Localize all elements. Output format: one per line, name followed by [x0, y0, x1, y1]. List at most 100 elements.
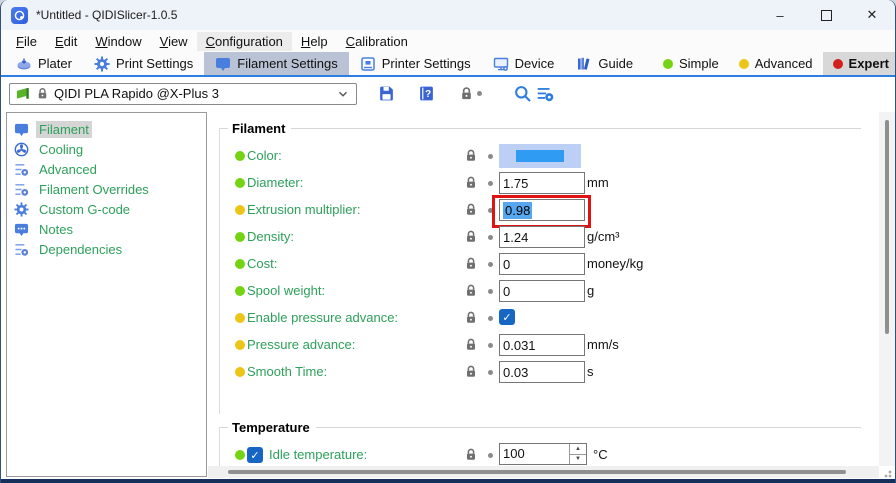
tab-printer-settings[interactable]: Printer Settings — [349, 52, 482, 75]
menu-edit[interactable]: Edit — [46, 32, 86, 51]
idle-temperature-checkbox[interactable]: ✓ — [247, 447, 263, 463]
tab-guide[interactable]: Guide — [565, 52, 644, 75]
sidebar-item-advanced[interactable]: Advanced — [7, 159, 206, 179]
maximize-icon — [821, 10, 832, 21]
unit-label: mm/s — [587, 337, 619, 352]
sidebar-item-custom-gcode[interactable]: Custom G-code — [7, 199, 206, 219]
vertical-scrollbar-thumb[interactable] — [885, 120, 889, 334]
lock-icon[interactable] — [464, 310, 478, 325]
smooth-time-input[interactable] — [499, 361, 585, 383]
enable-pressure-advance-checkbox[interactable]: ✓ — [499, 309, 515, 325]
revert-dot-icon[interactable] — [488, 370, 493, 375]
mode-simple[interactable]: Simple — [653, 52, 729, 75]
menu-window[interactable]: Window — [86, 32, 150, 51]
revert-dot-icon[interactable] — [488, 289, 493, 294]
sidebar-item-filament[interactable]: Filament — [7, 119, 206, 139]
sidebar-item-label: Filament Overrides — [36, 181, 152, 198]
lock-icon[interactable] — [464, 148, 478, 163]
tab-plater-label: Plater — [38, 56, 72, 71]
section-title: Temperature — [228, 420, 316, 435]
help-button[interactable] — [415, 83, 437, 105]
lock-icon[interactable] — [464, 175, 478, 190]
revert-dot-icon[interactable] — [488, 154, 493, 159]
floppy-icon — [378, 85, 395, 102]
green-flag-dot-icon — [235, 286, 245, 296]
tab-filament-settings[interactable]: Filament Settings — [204, 52, 348, 75]
lock-icon[interactable] — [464, 283, 478, 298]
compare-presets-button[interactable] — [534, 83, 556, 105]
mode-advanced[interactable]: Advanced — [729, 52, 823, 75]
sidebar-item-label: Advanced — [36, 161, 100, 178]
search-button[interactable] — [512, 83, 534, 105]
spinner-value: 100 — [500, 444, 569, 464]
horizontal-scrollbar[interactable] — [208, 466, 879, 478]
spool-weight-input[interactable] — [499, 280, 585, 302]
filament-spool-icon — [16, 86, 31, 101]
sidebar-item-label: Cooling — [36, 141, 86, 158]
menu-calibration[interactable]: Calibration — [337, 32, 417, 51]
tab-filament-settings-label: Filament Settings — [237, 56, 337, 71]
setting-label: Idle temperature: — [269, 447, 367, 462]
setting-label: Smooth Time: — [247, 364, 327, 379]
lock-icon[interactable] — [464, 364, 478, 379]
extrusion-multiplier-input[interactable]: 0.98 — [499, 199, 585, 221]
resize-grip[interactable] — [882, 468, 892, 478]
revert-dot-icon[interactable] — [488, 235, 493, 240]
cost-input[interactable] — [499, 253, 585, 275]
setting-label: Color: — [247, 148, 282, 163]
menu-help[interactable]: Help — [292, 32, 337, 51]
mode-expert[interactable]: Expert — [823, 52, 896, 75]
tab-device[interactable]: Device — [482, 52, 566, 75]
save-preset-button[interactable] — [375, 83, 397, 105]
menu-configuration[interactable]: Configuration — [197, 32, 292, 51]
revert-dot-icon[interactable] — [488, 181, 493, 186]
maximize-button[interactable] — [803, 0, 849, 30]
lock-icon[interactable] — [464, 447, 478, 462]
window-bottom-border — [1, 479, 895, 483]
revert-dot-icon[interactable] — [488, 316, 493, 321]
setting-row-diameter: Diameter: mm — [229, 171, 869, 195]
horizontal-scrollbar-thumb[interactable] — [228, 470, 846, 474]
revert-dot-icon[interactable] — [488, 453, 493, 458]
color-picker-button[interactable] — [499, 144, 581, 168]
window-controls: – ✕ — [757, 0, 895, 30]
sidebar-item-filament-overrides[interactable]: Filament Overrides — [7, 179, 206, 199]
vertical-scrollbar[interactable] — [879, 112, 895, 466]
revert-dot-icon[interactable] — [488, 262, 493, 267]
close-button[interactable]: ✕ — [849, 0, 895, 30]
sidebar-item-dependencies[interactable]: Dependencies — [7, 239, 206, 259]
tab-plater[interactable]: Plater — [5, 52, 83, 75]
lock-all-button[interactable] — [455, 83, 477, 105]
sliders-gear-icon — [14, 162, 29, 177]
tab-device-label: Device — [515, 56, 555, 71]
pressure-advance-input[interactable] — [499, 334, 585, 356]
lock-icon[interactable] — [464, 229, 478, 244]
tab-print-settings[interactable]: Print Settings — [83, 52, 204, 75]
setting-row-idle-temperature: ✓ Idle temperature: 100 ▲ ▼ °C — [229, 443, 869, 467]
compare-sliders-icon — [536, 85, 554, 103]
setting-row-enable-pressure-advance: Enable pressure advance: ✓ — [229, 306, 869, 330]
sidebar-item-notes[interactable]: Notes — [7, 219, 206, 239]
spin-up-button[interactable]: ▲ — [570, 444, 586, 454]
unit-label: g — [587, 283, 594, 298]
lock-icon[interactable] — [464, 202, 478, 217]
mode-expert-label: Expert — [849, 56, 889, 71]
sidebar-item-cooling[interactable]: Cooling — [7, 139, 206, 159]
help-book-icon — [418, 85, 435, 102]
revert-dot-icon[interactable] — [488, 343, 493, 348]
diameter-input[interactable] — [499, 172, 585, 194]
minimize-button[interactable]: – — [757, 0, 803, 30]
notes-bubble-icon — [14, 222, 29, 237]
fan-icon — [14, 142, 29, 157]
setting-row-cost: Cost: money/kg — [229, 252, 869, 276]
density-input[interactable] — [499, 226, 585, 248]
menu-view[interactable]: View — [151, 32, 197, 51]
preset-combobox[interactable]: QIDI PLA Rapido @X-Plus 3 — [9, 83, 357, 105]
idle-temperature-spinner[interactable]: 100 ▲ ▼ — [499, 443, 587, 465]
lock-icon[interactable] — [464, 256, 478, 271]
spin-down-button[interactable]: ▼ — [570, 454, 586, 465]
menu-file[interactable]: File — [7, 32, 46, 51]
preset-name: QIDI PLA Rapido @X-Plus 3 — [54, 86, 331, 101]
unit-label: g/cm³ — [587, 229, 620, 244]
lock-icon[interactable] — [464, 337, 478, 352]
